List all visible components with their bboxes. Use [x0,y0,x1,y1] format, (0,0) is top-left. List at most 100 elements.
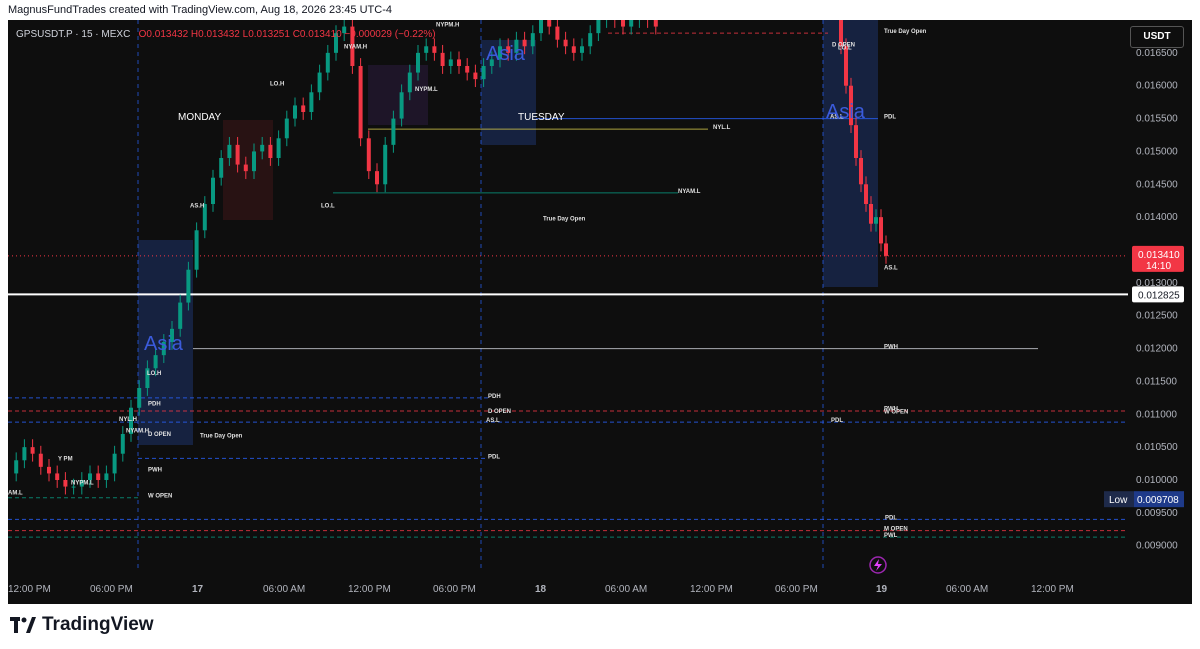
x-tick-label: 06:00 PM [90,584,133,595]
candle-body [399,92,404,119]
candle-body [629,20,634,27]
candle-body [219,158,224,178]
candle-body [104,473,109,480]
candle-body [563,39,568,47]
candle-body [555,26,560,40]
x-tick-label: 19 [876,584,888,595]
level-label: PDL [488,454,500,460]
ohlc-change: −0.000029 (−0.22%) [344,29,436,40]
candle-body [465,66,470,73]
session-label: Asia [486,43,526,65]
candle-body [194,230,199,270]
candle-body [325,52,330,73]
candle-body [432,46,437,53]
chart-panel[interactable]: NYL.H NYPM.H NYAM.H LO.H NYPM.L NYL.L NYAM.L LO… [8,20,1192,604]
candle-body [55,473,60,480]
nypm-session-box [368,65,428,125]
day-label-monday: MONDAY [178,112,221,123]
level-label: True Day Open [884,29,927,35]
candle-body [473,72,478,80]
level-label: NYAM.H [344,44,367,50]
y-tick-label: 0.010500 [1136,442,1178,453]
candle-body [38,453,43,467]
candle-body [211,177,215,204]
level-label: W OPEN [148,494,172,500]
level-label: NYPM.H [436,23,459,29]
candle-body [391,118,396,145]
y-tick-label: 0.009000 [1136,541,1178,552]
day-label-tuesday: TUESDAY [518,112,565,123]
candle-body [71,486,76,488]
candle-body [120,434,125,454]
candle-body [407,72,412,93]
session-label: Asia [826,101,866,123]
currency-button[interactable]: USDT [1130,26,1184,48]
ohlc-low: L0.013251 [242,29,290,40]
x-tick-label: 12:00 PM [348,584,391,595]
candle-body [14,460,19,474]
tradingview-logo-icon [10,617,36,633]
level-label: AS.L [486,418,500,424]
candle-body [621,20,625,27]
price-chart[interactable]: NYL.H NYPM.H NYAM.H LO.H NYPM.L NYL.L NYAM.L LO… [8,20,1192,604]
screenshot-frame: MagnusFundTrades created with TradingVie… [0,0,1200,649]
x-tick-label: 06:00 PM [433,584,476,595]
x-tick-label: 12:00 PM [8,584,51,595]
candle-body [153,355,158,369]
candle-body [366,138,371,172]
candle-body [864,184,868,204]
y-tick-label: 0.014000 [1136,212,1178,223]
level-label: NYAM.L [678,189,701,195]
level-label: PDL [831,418,843,424]
level-label: NYPM.L [415,87,438,93]
candle-body [186,269,191,303]
y-tick-label: 0.011500 [1136,376,1177,387]
level-label: LO.H [147,371,161,377]
candle-body [859,158,863,185]
level-label: D OPEN [148,432,171,438]
level-label: NYAM.H [126,429,149,435]
level-label: NYPM.L [71,481,94,487]
level-label: True Day Open [200,433,243,439]
y-tick-label: 0.016500 [1136,48,1178,59]
candle-body [547,20,552,27]
level-label: M OPEN [884,527,908,533]
level-label: Y PM [58,456,73,462]
candle-body [869,204,873,224]
y-tick-label: 0.014500 [1136,179,1178,190]
london-session-box [223,120,273,220]
candle-body [88,473,92,480]
candle-body [588,33,593,47]
level-label: D OPEN [488,409,511,415]
level-label: AS.H [190,203,204,209]
tradingview-brand[interactable]: TradingView [10,614,154,636]
candle-body [879,217,883,244]
candle-body [358,66,363,139]
candle-body [580,46,584,53]
candle-body [375,171,379,185]
ohlc-high: H0.013432 [190,29,240,40]
symbol-legend: GPSUSDT.P · 15 · MEXC O0.013432 H0.01343… [16,29,436,40]
candle-body [112,453,117,474]
y-tick-label: 0.015500 [1136,114,1178,125]
x-tick-label: 12:00 PM [690,584,733,595]
level-label: PWH [148,467,162,473]
x-tick-label: 18 [535,584,547,595]
candle-body [317,72,322,93]
candle-body [47,466,51,474]
level-label: W OPEN [884,410,908,416]
x-tick-label: 06:00 AM [946,584,988,595]
credit-line: MagnusFundTrades created with TradingVie… [8,4,392,16]
x-tick-label: 06:00 AM [605,584,647,595]
brand-name: TradingView [42,614,154,635]
level-label: LO.L [838,46,852,52]
candle-body [448,59,453,66]
marked-price-value: 0.012825 [1138,290,1180,301]
level-label: LO.L [321,203,335,209]
symbol-name[interactable]: GPSUSDT.P · 15 · MEXC [16,29,130,40]
candle-body [440,52,445,66]
candle-body [571,46,576,53]
level-label: PDH [488,394,501,400]
y-tick-label: 0.012000 [1136,344,1178,355]
candle-body [457,59,461,66]
